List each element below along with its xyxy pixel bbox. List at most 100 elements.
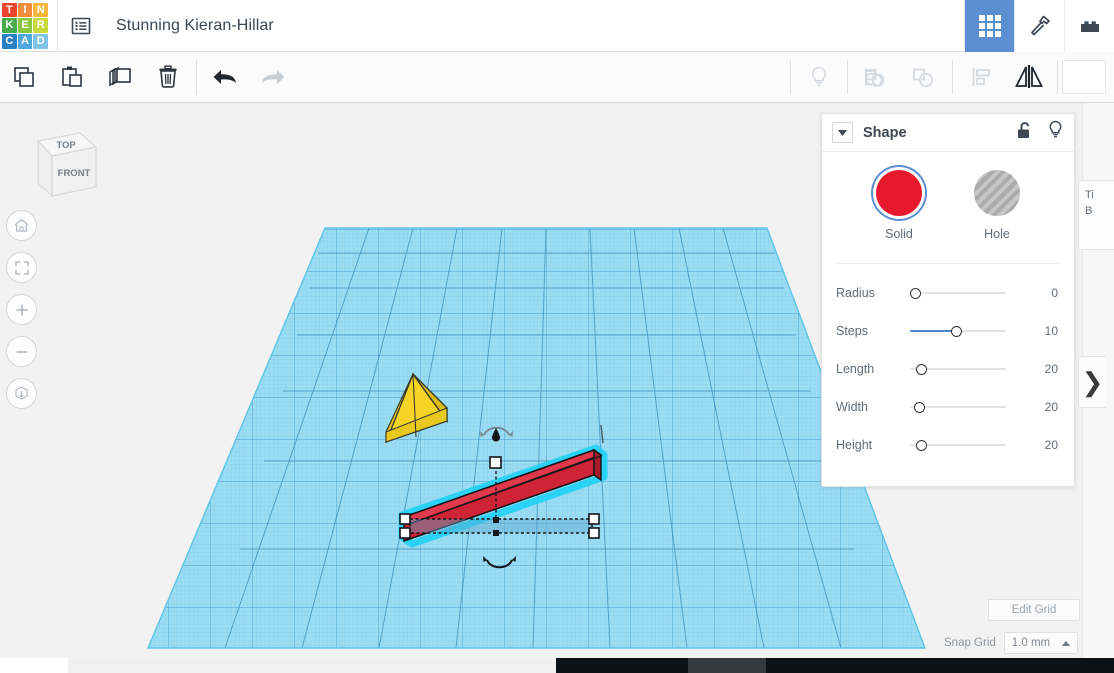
height-knob[interactable] (916, 439, 927, 451)
shapes-library-peek[interactable]: Ti B (1078, 180, 1114, 250)
undo-arrow-icon (213, 70, 236, 84)
width-knob[interactable] (914, 401, 925, 413)
cube-projection-icon (15, 386, 28, 400)
home-icon (14, 219, 29, 232)
swatch-hole[interactable]: Hole (974, 170, 1020, 241)
shapes-library-line1: Ti (1085, 189, 1094, 201)
redo-button[interactable] (249, 52, 297, 102)
tab-build-view[interactable] (1014, 0, 1064, 52)
height-label: Height (836, 438, 873, 452)
radius-track (910, 292, 1006, 294)
ungroup-button[interactable] (900, 52, 948, 102)
tinkercad-logo[interactable]: T I N K E R C A D (2, 2, 48, 49)
steps-knob[interactable] (951, 325, 962, 337)
shape-properties: Radius 0 Steps 10 Length 20 Width 20 Hei… (822, 264, 1074, 472)
mid-handle-top (493, 517, 499, 523)
zoom-out-button[interactable] (6, 336, 37, 367)
group-button[interactable] (852, 52, 900, 102)
width-value[interactable]: 20 (1045, 400, 1058, 414)
align-button[interactable] (957, 52, 1005, 102)
copy-icon (14, 67, 34, 87)
zoom-in-button[interactable] (6, 294, 37, 325)
steps-value[interactable]: 10 (1045, 324, 1058, 338)
snap-grid-select[interactable]: 1.0 mm (1003, 632, 1078, 654)
undo-button[interactable] (201, 52, 249, 102)
shape-panel-title: Shape (863, 124, 907, 141)
solid-color-circle (876, 170, 922, 216)
taskbar-segment-white (0, 658, 68, 673)
property-row-steps: Steps 10 (822, 312, 1074, 350)
copy-button[interactable] (0, 52, 48, 102)
logo-tile-n: N (33, 2, 48, 18)
delete-button[interactable] (144, 52, 192, 102)
tab-blocks-view[interactable] (1064, 0, 1114, 52)
light-button[interactable] (795, 52, 843, 102)
edit-toolbar (0, 52, 1114, 103)
shape-panel-body: Solid Hole Radius 0 Steps 10 Length 20 W… (822, 152, 1074, 486)
grid-icon (978, 14, 1001, 37)
corner-handle-tl (399, 513, 411, 525)
toolbar-extra-button[interactable] (1062, 60, 1106, 94)
height-slider[interactable] (910, 437, 1006, 453)
corner-handle-br (588, 527, 600, 539)
snap-grid-value: 1.0 mm (1011, 637, 1051, 649)
toolbar-divider-1 (196, 60, 197, 94)
taskbar-segment-light (68, 658, 556, 673)
radius-value[interactable]: 0 (1051, 286, 1058, 300)
minus-icon (16, 350, 27, 353)
radius-slider[interactable] (910, 285, 1006, 301)
projection-toggle-button[interactable] (6, 378, 37, 409)
expand-panel-chevron-icon[interactable]: ❯ (1078, 356, 1106, 408)
chevron-down-icon (838, 129, 847, 136)
radius-knob[interactable] (910, 287, 921, 299)
logo-tile-a: A (17, 33, 33, 49)
document-title[interactable]: Stunning Kieran-Hillar (116, 17, 274, 35)
fit-brackets-icon (14, 260, 29, 275)
height-value[interactable]: 20 (1045, 438, 1058, 452)
brick-icon (1080, 20, 1099, 32)
corner-handle-tr (588, 513, 600, 525)
app-header: T I N K E R C A D Stunning Kieran-Hillar (0, 0, 1114, 52)
group-shapes-icon (865, 69, 885, 87)
radius-label: Radius (836, 286, 875, 300)
hammer-icon (1030, 15, 1050, 35)
logo-tile-k: K (2, 18, 17, 33)
redo-arrow-icon (262, 70, 285, 84)
taskbar-segment-grey (688, 658, 766, 673)
lightbulb-icon (1049, 120, 1062, 138)
toolbar-divider-3 (847, 60, 848, 94)
swatch-solid-label: Solid (885, 227, 913, 241)
length-slider[interactable] (910, 361, 1006, 377)
fit-to-view-button[interactable] (6, 252, 37, 283)
swatch-hole-label: Hole (984, 227, 1010, 241)
unlock-button[interactable] (1016, 121, 1033, 145)
shape-panel-collapse-button[interactable] (832, 122, 853, 143)
mirror-button[interactable] (1005, 52, 1053, 102)
align-icon (972, 68, 990, 86)
header-view-tabs (964, 0, 1114, 52)
paste-button[interactable] (48, 52, 96, 102)
steps-fill (910, 330, 956, 332)
length-value[interactable]: 20 (1045, 362, 1058, 376)
bottom-taskbar (0, 658, 1114, 673)
tab-grid-view[interactable] (964, 0, 1014, 52)
trash-icon (159, 65, 177, 88)
home-view-button[interactable] (6, 210, 37, 241)
selection-footprint (409, 518, 593, 534)
view-cube-front-label: FRONT (58, 168, 91, 179)
steps-slider[interactable] (910, 323, 1006, 339)
length-knob[interactable] (916, 363, 927, 375)
shape-panel-header: Shape (822, 114, 1074, 152)
swatch-solid[interactable]: Solid (876, 170, 922, 241)
property-row-width: Width 20 (822, 388, 1074, 426)
view-cube[interactable]: TOP FRONT (22, 123, 102, 218)
mid-handle-bottom (493, 530, 499, 536)
width-slider[interactable] (910, 399, 1006, 415)
shape-light-button[interactable] (1047, 120, 1064, 145)
plus-icon (16, 304, 27, 315)
tinkercad-app: T I N K E R C A D Stunning Kieran-Hillar (0, 0, 1114, 673)
logo-tile-t: T (2, 2, 17, 18)
menu-button[interactable] (58, 0, 104, 52)
duplicate-button[interactable] (96, 52, 144, 102)
edit-grid-button[interactable]: Edit Grid (988, 599, 1080, 621)
